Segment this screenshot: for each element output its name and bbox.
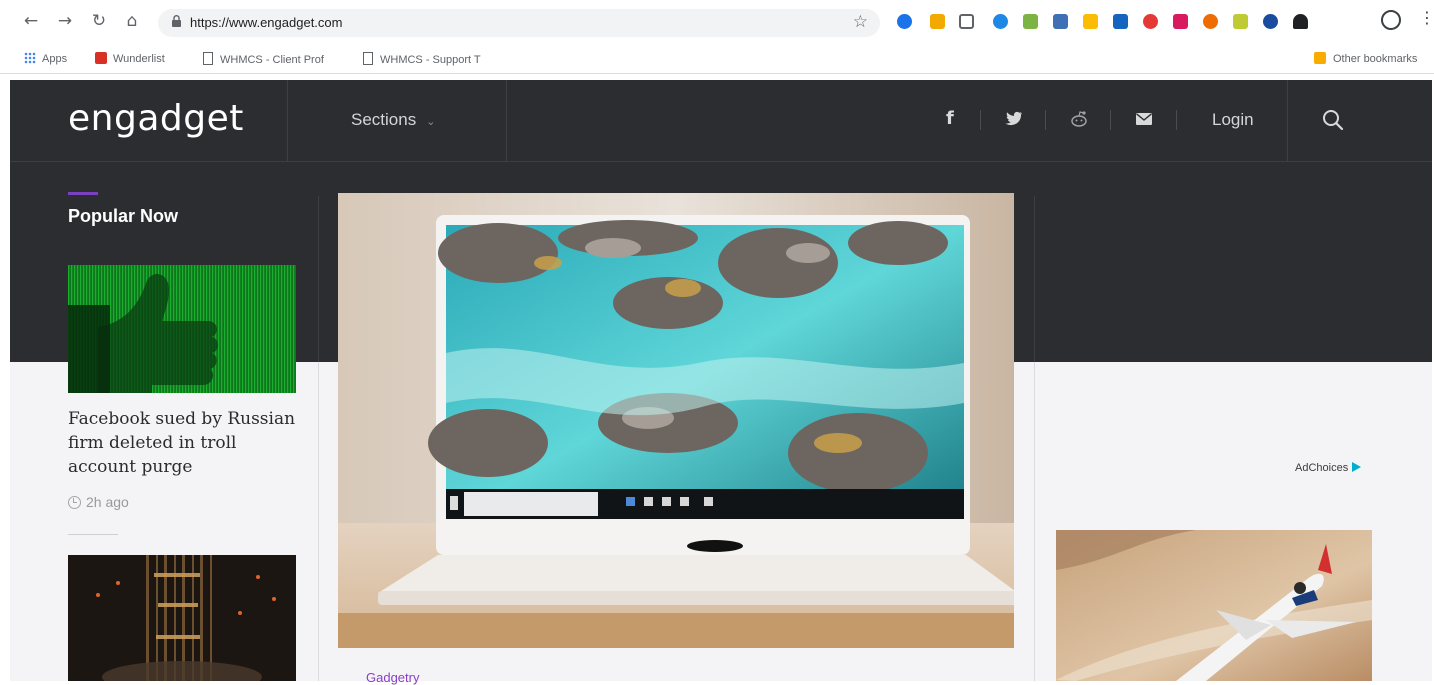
login-link[interactable]: Login [1212,110,1254,130]
extension-icon[interactable] [897,14,912,29]
twitter-icon[interactable] [1005,111,1023,126]
page-icon [363,52,373,65]
extension-icon[interactable] [1143,14,1158,29]
site-header: engadget Sections ⌄ f Login [10,80,1432,162]
forward-arrow-icon[interactable]: → [54,10,76,32]
extension-icon[interactable] [1023,14,1038,29]
bookmark-whmcs-support[interactable]: WHMCS - Support T [363,52,481,66]
extension-icon[interactable] [1263,14,1278,29]
page-icon [203,52,213,65]
ad-banner[interactable] [1056,530,1372,681]
chevron-down-icon: ⌄ [426,115,436,128]
extension-icon[interactable] [1053,14,1068,29]
adchoices-link[interactable]: AdChoices [1295,462,1362,474]
extension-icon[interactable] [1083,14,1098,29]
site-logo[interactable]: engadget [68,98,244,139]
header-divider [980,110,981,130]
bookmarks-bar: Apps Wunderlist WHMCS - Client Prof WHMC… [0,46,1434,74]
bookmark-wunderlist[interactable]: Wunderlist [95,52,165,65]
header-divider [1045,110,1046,130]
header-divider [287,80,288,162]
story-thumbnail[interactable] [68,555,296,681]
extension-icon[interactable] [1233,14,1248,29]
header-divider [1176,110,1177,130]
other-bookmarks[interactable]: Other bookmarks [1314,52,1417,65]
bookmark-apps[interactable]: Apps [24,52,67,65]
email-icon[interactable] [1136,113,1152,125]
popular-now-heading: Popular Now [68,206,179,226]
url-text: https://www.engadget.com [190,15,343,30]
extension-icon[interactable] [993,14,1008,29]
address-bar[interactable]: https://www.engadget.com ☆ [158,9,880,37]
story-timestamp: 2h ago [68,494,129,510]
extension-icon[interactable] [930,14,945,29]
bookmark-whmcs-client[interactable]: WHMCS - Client Prof [203,52,324,66]
extension-icon[interactable] [1173,14,1188,29]
story-divider [68,534,118,535]
page-content: engadget Sections ⌄ f Login Popular Now … [10,80,1432,685]
wunderlist-icon [95,52,107,64]
sections-menu[interactable]: Sections ⌄ [351,110,435,130]
extension-icon[interactable] [1203,14,1218,29]
profile-avatar-icon[interactable] [1381,10,1401,30]
extension-icon[interactable] [959,14,974,29]
story-thumbnail[interactable] [68,265,296,393]
reddit-icon[interactable] [1070,110,1088,127]
column-divider [318,362,319,681]
extension-icon[interactable] [1113,14,1128,29]
hero-category-link[interactable]: Gadgetry [366,670,419,685]
adchoices-icon [1352,462,1362,472]
apps-grid-icon [24,52,36,64]
back-arrow-icon[interactable]: ← [20,10,42,32]
header-divider [1287,80,1288,162]
bookmark-star-icon[interactable]: ☆ [853,12,868,32]
home-icon[interactable]: ⌂ [121,10,143,32]
clock-icon [68,496,81,509]
browser-toolbar: ← → ↻ ⌂ https://www.engadget.com ☆ ⋮ [0,0,1434,46]
lock-icon [172,15,181,27]
folder-icon [1314,52,1326,64]
column-divider [1034,362,1035,681]
extension-icon[interactable] [1293,14,1308,29]
header-divider [506,80,507,162]
header-divider [1110,110,1111,130]
reload-icon[interactable]: ↻ [88,10,110,32]
story-headline[interactable]: Facebook sued by Russian firm deleted in… [68,407,304,479]
search-icon[interactable] [1322,109,1344,131]
section-accent-bar [68,192,98,195]
facebook-icon[interactable]: f [946,108,954,129]
hero-image[interactable] [338,193,1014,648]
browser-menu-icon[interactable]: ⋮ [1419,8,1434,27]
